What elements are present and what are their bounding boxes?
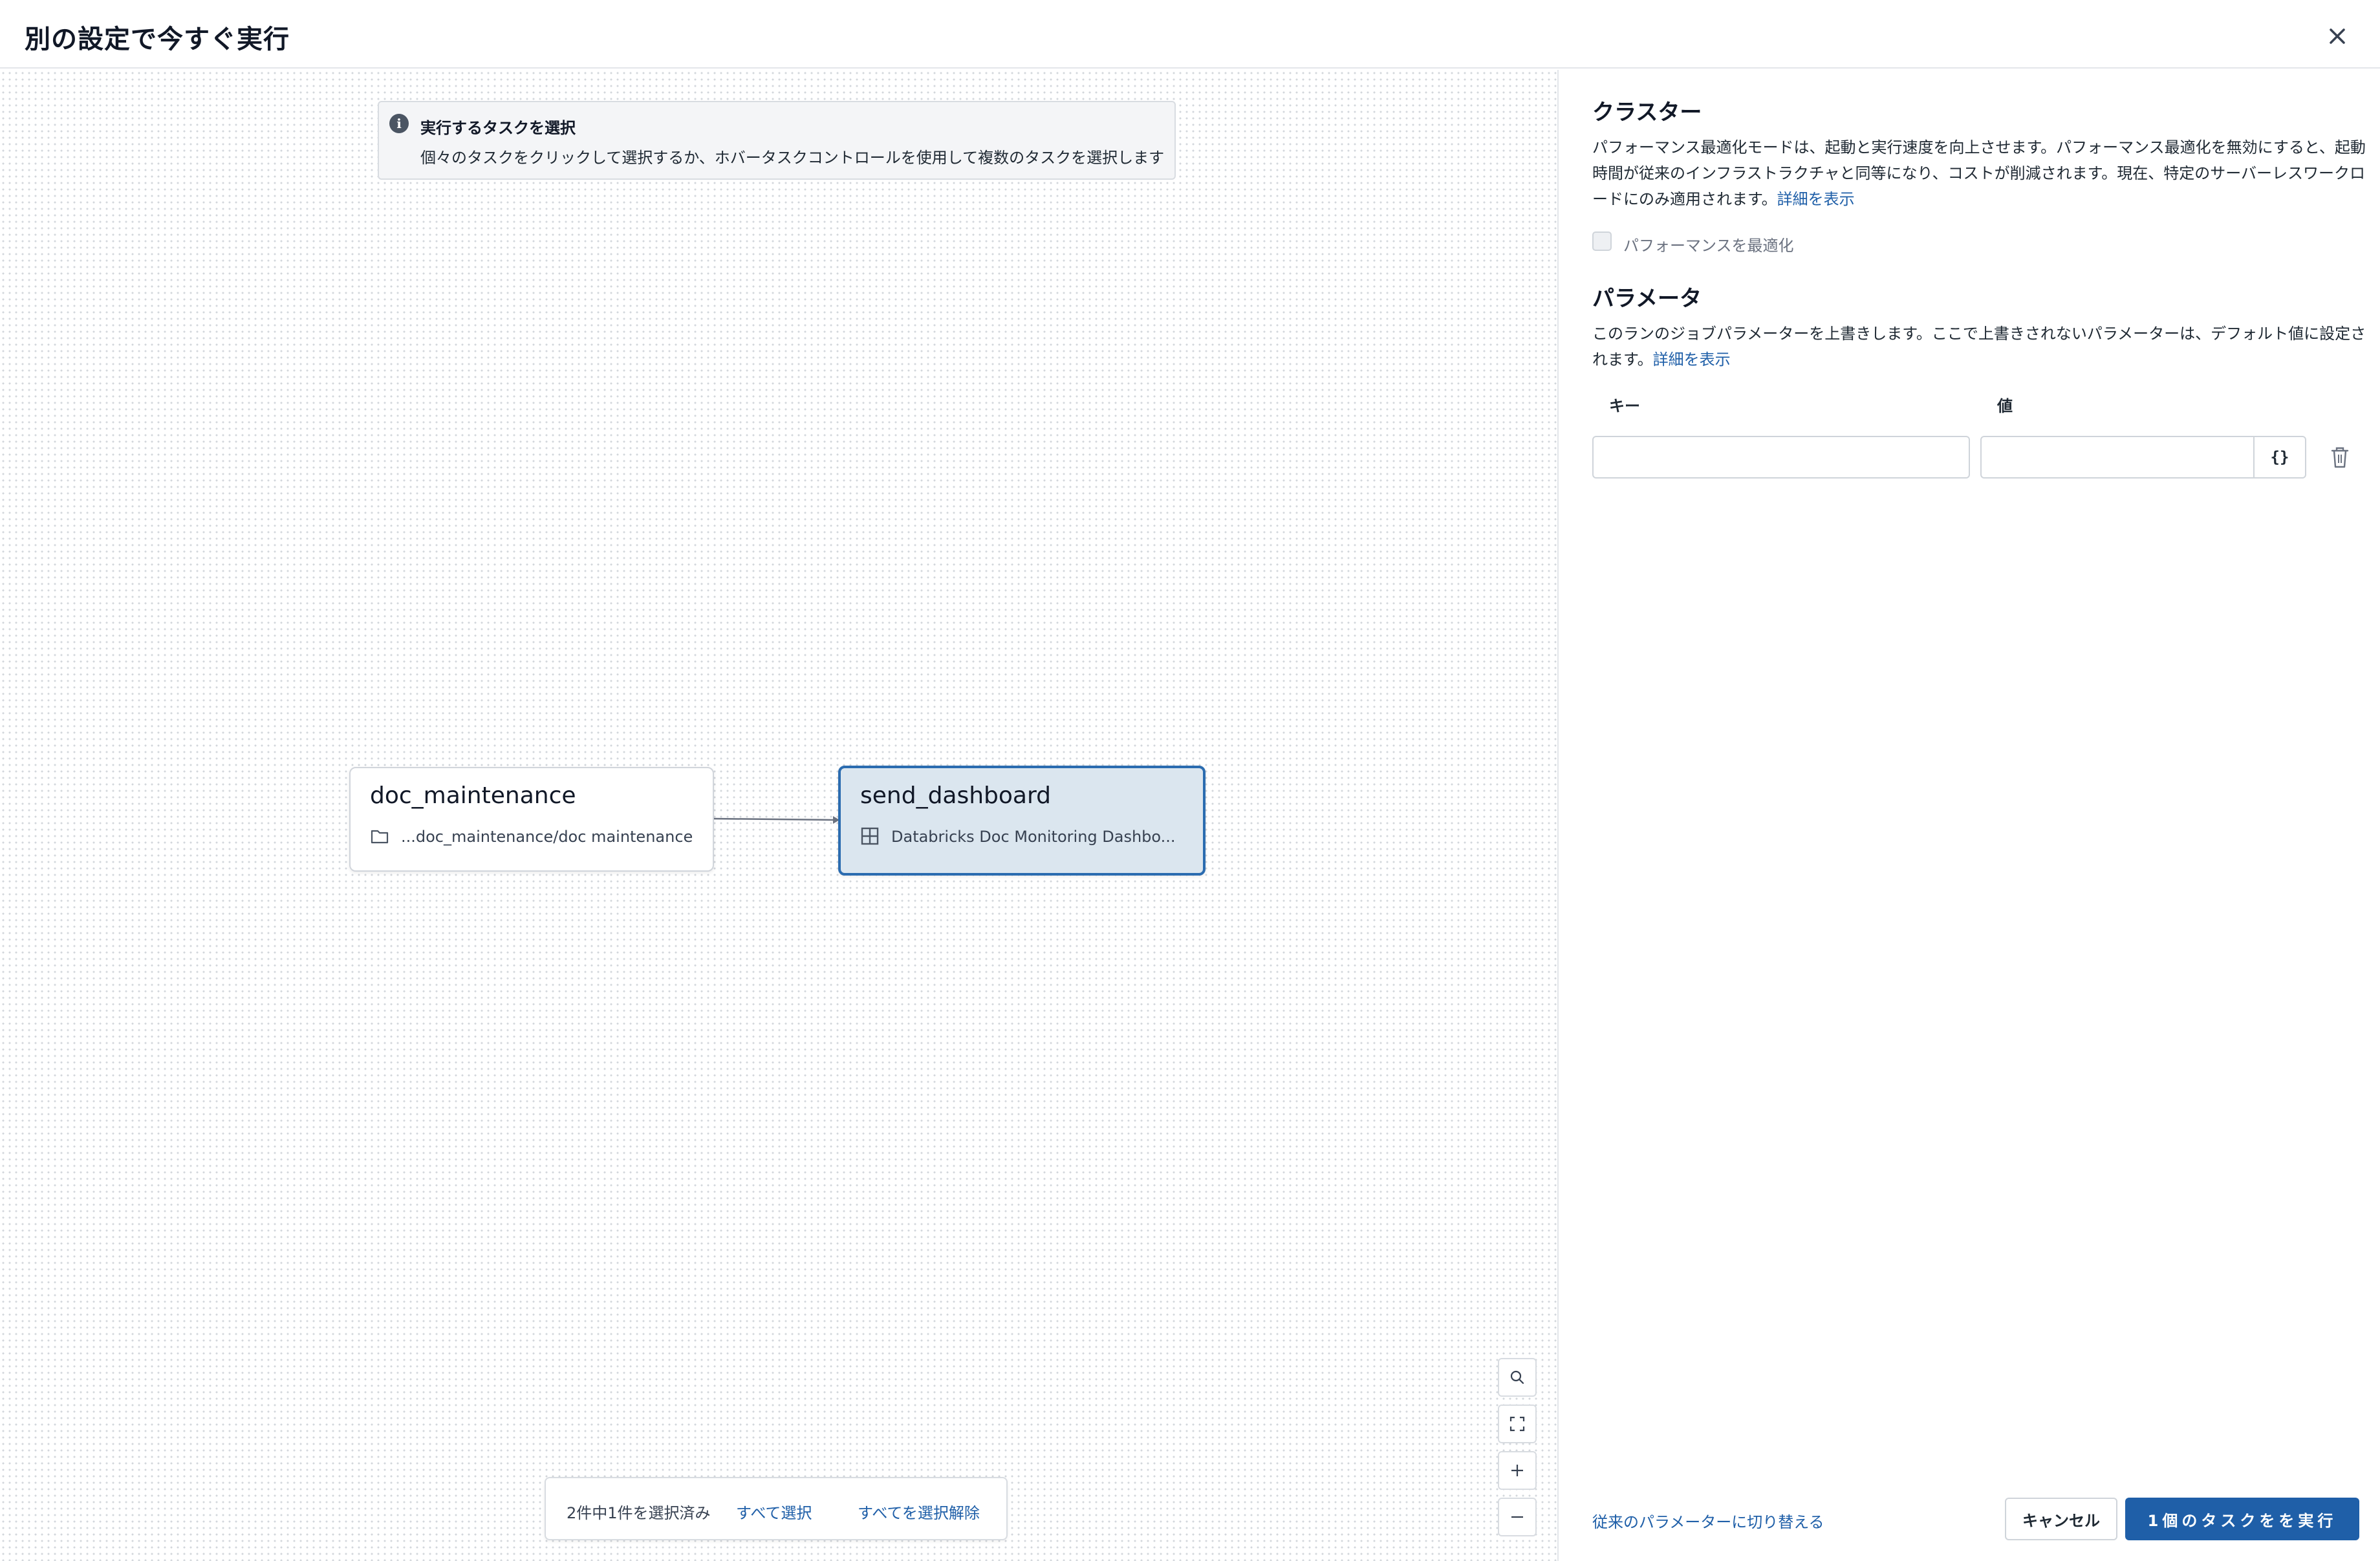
selection-count: 2件中1件を選択済み <box>567 1504 711 1522</box>
zoom-in-icon[interactable] <box>1498 1451 1537 1490</box>
task-node-title: send_dashboard <box>860 782 1052 809</box>
task-node-doc-maintenance[interactable]: doc_maintenance ...doc_maintenance/doc m… <box>349 767 714 872</box>
json-editor-button[interactable]: {} <box>2253 436 2306 479</box>
dialog-title: 別の設定で今すぐ実行 <box>25 25 290 54</box>
cluster-learn-more-link[interactable]: 詳細を表示 <box>1777 190 1855 208</box>
parameter-value-input[interactable] <box>1980 436 2255 479</box>
fit-view-icon[interactable] <box>1498 1405 1537 1443</box>
deselect-all-link[interactable]: すべてを選択解除 <box>858 1500 980 1523</box>
parameters-section-title: パラメータ <box>1592 286 1702 312</box>
close-icon[interactable] <box>2323 22 2352 50</box>
task-graph-canvas[interactable]: i 実行するタスクを選択 個々のタスクをクリックして選択するか、ホバータスクコン… <box>0 70 1559 1561</box>
zoom-out-icon[interactable] <box>1498 1498 1537 1536</box>
dialog-header: 別の設定で今すぐ実行 <box>0 0 2380 69</box>
cancel-button[interactable]: キャンセル <box>2005 1498 2117 1540</box>
parameters-description: このランのジョブパラメーターを上書きします。ここで上書きされないパラメーターは、… <box>1592 321 2368 372</box>
folder-icon <box>370 826 389 846</box>
task-node-path: ...doc_maintenance/doc maintenance <box>401 828 693 846</box>
value-column-label: 値 <box>1997 397 2013 415</box>
dashboard-icon <box>860 826 880 846</box>
cluster-section-title: クラスター <box>1592 100 1702 125</box>
task-node-send-dashboard[interactable]: send_dashboard Databricks Doc Monitoring… <box>838 766 1206 876</box>
search-icon[interactable] <box>1498 1358 1537 1397</box>
optimize-performance-checkbox[interactable] <box>1592 231 1612 251</box>
optimize-performance-label: パフォーマンスを最適化 <box>1623 237 1794 255</box>
run-task-button[interactable]: 1個のタスクをを実行 <box>2125 1498 2359 1540</box>
trash-icon[interactable] <box>2328 445 2352 471</box>
parameters-learn-more-link[interactable]: 詳細を表示 <box>1653 350 1731 369</box>
key-column-label: キー <box>1609 397 1640 415</box>
selection-bar: 2件中1件を選択済み すべて選択 すべてを選択解除 <box>545 1477 1008 1540</box>
select-all-link[interactable]: すべて選択 <box>736 1500 812 1523</box>
task-node-path: Databricks Doc Monitoring Dashbo... <box>891 828 1176 846</box>
task-edge <box>712 816 839 824</box>
parameter-key-input[interactable] <box>1592 436 1970 479</box>
cluster-description: パフォーマンス最適化モードは、起動と実行速度を向上させます。パフォーマンス最適化… <box>1592 135 2368 212</box>
settings-panel: クラスター パフォーマンス最適化モードは、起動と実行速度を向上させます。パフォー… <box>1560 70 2380 1561</box>
task-node-title: doc_maintenance <box>370 782 576 809</box>
switch-legacy-parameters-link[interactable]: 従来のパラメーターに切り替える <box>1592 1509 1824 1532</box>
cluster-description-text: パフォーマンス最適化モードは、起動と実行速度を向上させます。パフォーマンス最適化… <box>1592 138 2366 208</box>
